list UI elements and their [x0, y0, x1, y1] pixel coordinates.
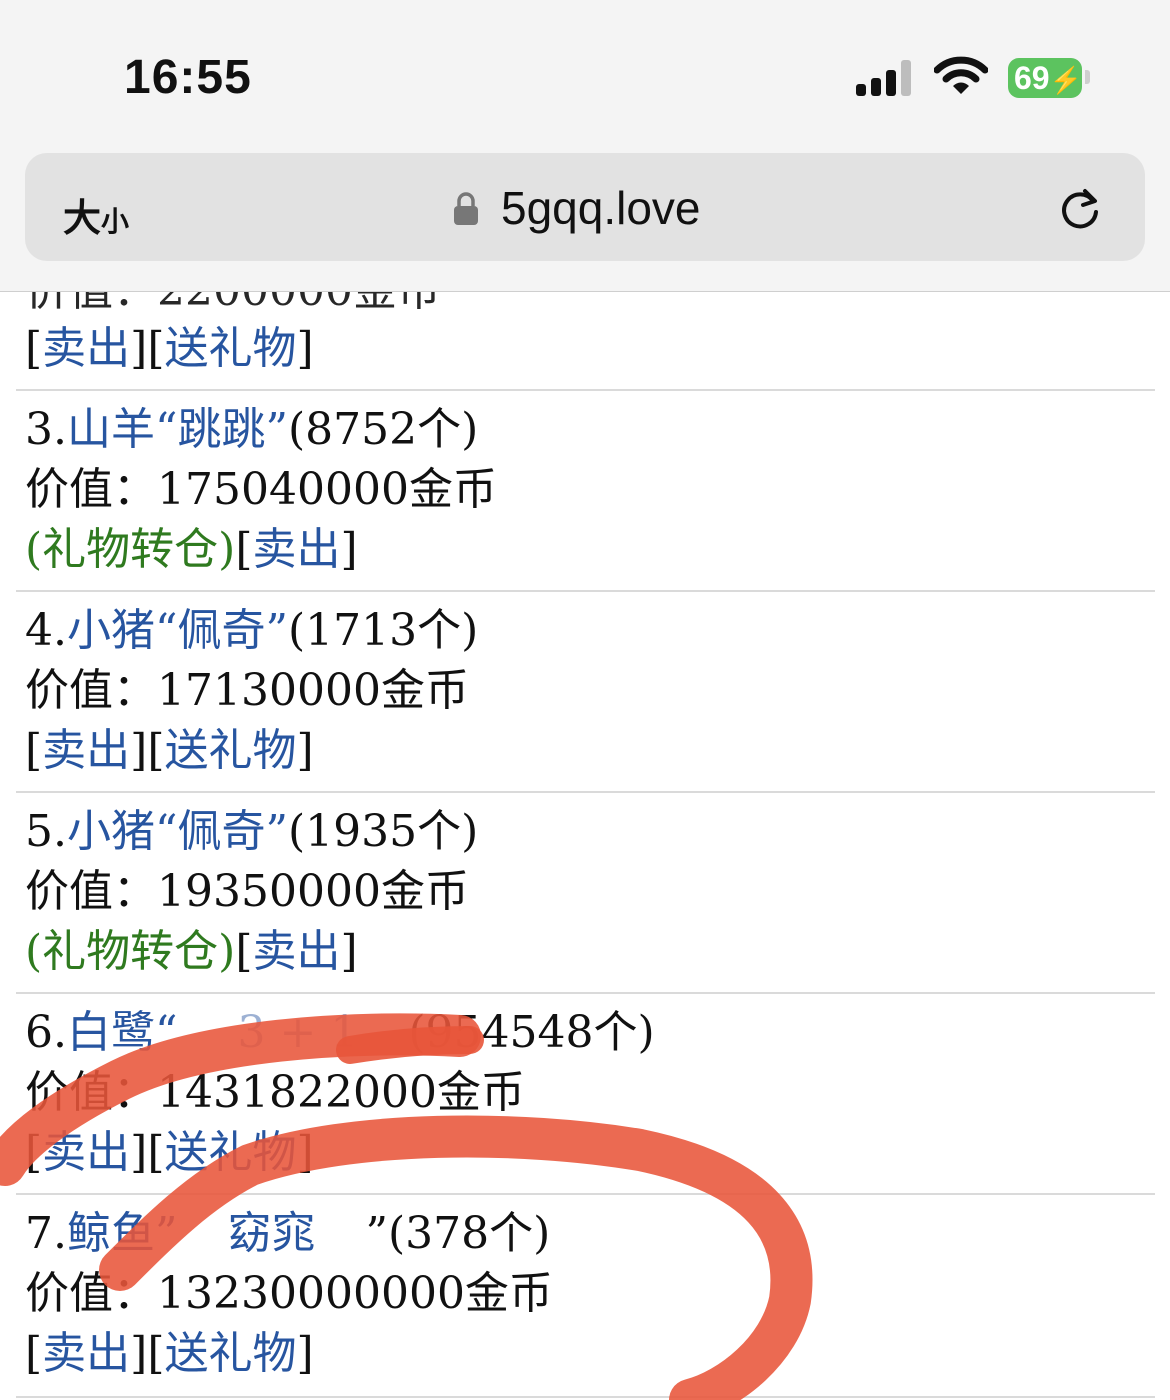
item-title-line: 4.小猪“佩奇”(1713个)	[25, 604, 478, 658]
item-name-link[interactable]: 小猪“佩奇”	[67, 806, 288, 857]
reload-icon[interactable]	[1055, 183, 1105, 233]
gift-link[interactable]: 送礼物	[165, 725, 297, 776]
browser-toolbar: 大小 5gqq.love	[0, 140, 1170, 292]
list-item: 7.鲸鱼” 窈窕 ”(378个) 价值：13230000000金币 [卖出][送礼物…	[16, 1195, 1155, 1398]
item-actions: (礼物转仓)[卖出]	[25, 926, 358, 977]
item-name-tail[interactable]: 3 + 1	[237, 1007, 358, 1058]
item-name-link[interactable]: 白鹭“	[67, 1007, 178, 1058]
item-value: 19350000金币	[157, 866, 469, 917]
status-time: 16:55	[124, 51, 252, 104]
item-count: (8752个)	[287, 404, 479, 455]
item-actions: [卖出][送礼物]	[25, 725, 314, 776]
item-value-line: 价值：1431822000金币	[25, 1066, 525, 1120]
item-value-line: 价值：175040000金币	[25, 463, 497, 517]
address-bar[interactable]: 大小 5gqq.love	[25, 153, 1145, 261]
item-index: 7.	[25, 1208, 67, 1259]
item-title-line: 6.白鹭“ 3 + 1 (954548个)	[25, 1006, 655, 1060]
sell-link[interactable]: 卖出	[42, 1127, 130, 1178]
item-value: 1431822000金币	[157, 1067, 525, 1118]
battery-level: 69	[1014, 60, 1050, 96]
item-actions: [卖出][送礼物]	[25, 1127, 314, 1178]
size-big-label: 大	[63, 196, 102, 240]
item-value: 17130000金币	[157, 665, 469, 716]
item-value-label: 价值：	[25, 866, 157, 917]
item-title-line: 3.山羊“跳跳”(8752个)	[25, 403, 478, 457]
item-actions: (礼物转仓)[卖出]	[25, 524, 358, 575]
item-value-label: 价值：	[25, 1067, 157, 1118]
item-count: (1713个)	[287, 605, 479, 656]
item-value: 价值：2200000金币	[25, 292, 441, 316]
item-index: 3.	[25, 404, 67, 455]
text-size-button[interactable]: 大小	[63, 187, 129, 242]
cellular-signal-icon	[856, 58, 916, 96]
item-actions: [卖出][送礼物]	[25, 323, 314, 374]
gift-link[interactable]: 送礼物	[165, 323, 297, 374]
list-item: 3.山羊“跳跳”(8752个) 价值：175040000金币 (礼物转仓)[卖出…	[16, 391, 1155, 592]
item-value: 175040000金币	[157, 464, 497, 515]
item-value-label: 价值：	[25, 1268, 157, 1319]
item-value-line: 价值：17130000金币	[25, 664, 469, 718]
item-index: 5.	[25, 806, 67, 857]
item-count: (1935个)	[287, 806, 479, 857]
item-value-label: 价值：	[25, 464, 157, 515]
list-item: 6.白鹭“ 3 + 1 (954548个) 价值：1431822000金币 [卖出]…	[16, 994, 1155, 1195]
list-item-partial: 价值：2200000金币 [卖出][送礼物]	[16, 292, 1155, 391]
transfer-link[interactable]: (礼物转仓)	[25, 926, 235, 977]
sell-link[interactable]: 卖出	[253, 524, 341, 575]
item-index: 4.	[25, 605, 67, 656]
gift-link[interactable]: 送礼物	[165, 1127, 297, 1178]
url-text[interactable]: 5gqq.love	[501, 181, 701, 235]
item-actions: [卖出][送礼物]	[25, 1328, 314, 1379]
item-name-link[interactable]: 鲸鱼”	[67, 1208, 178, 1259]
item-count: (954548个)	[408, 1007, 655, 1058]
list-item: 4.小猪“佩奇”(1713个) 价值：17130000金币 [卖出][送礼物]	[16, 592, 1155, 793]
battery-cap	[1085, 70, 1090, 84]
sell-link[interactable]: 卖出	[42, 323, 130, 374]
wifi-icon	[934, 56, 988, 94]
sell-link[interactable]: 卖出	[42, 1328, 130, 1379]
item-title-line: 7.鲸鱼” 窈窕 ”(378个)	[25, 1207, 550, 1261]
sell-link[interactable]: 卖出	[253, 926, 341, 977]
page-content: 价值：2200000金币 [卖出][送礼物] 3.山羊“跳跳”(8752个) 价…	[0, 292, 1170, 1400]
item-value: 13230000000金币	[157, 1268, 553, 1319]
item-name-link[interactable]: 山羊“跳跳”	[67, 404, 288, 455]
status-bar: 16:55 69⚡	[0, 0, 1170, 140]
item-value-line: 价值：13230000000金币	[25, 1267, 553, 1321]
sell-link[interactable]: 卖出	[42, 725, 130, 776]
size-small-label: 小	[101, 205, 130, 238]
item-count: ”(378个)	[365, 1208, 551, 1259]
battery-charging-icon: 69⚡	[1008, 58, 1082, 98]
transfer-link[interactable]: (礼物转仓)	[25, 524, 235, 575]
item-index: 6.	[25, 1007, 67, 1058]
item-title-line: 5.小猪“佩奇”(1935个)	[25, 805, 478, 859]
item-name-tail[interactable]: 窈窕	[227, 1208, 315, 1259]
list-item: 5.小猪“佩奇”(1935个) 价值：19350000金币 (礼物转仓)[卖出]	[16, 793, 1155, 994]
item-value-line: 价值：2200000金币	[25, 292, 441, 318]
item-name-link[interactable]: 小猪“佩奇”	[67, 605, 288, 656]
item-value-label: 价值：	[25, 665, 157, 716]
item-value-line: 价值：19350000金币	[25, 865, 469, 919]
gift-link[interactable]: 送礼物	[165, 1328, 297, 1379]
lock-icon	[454, 192, 478, 225]
